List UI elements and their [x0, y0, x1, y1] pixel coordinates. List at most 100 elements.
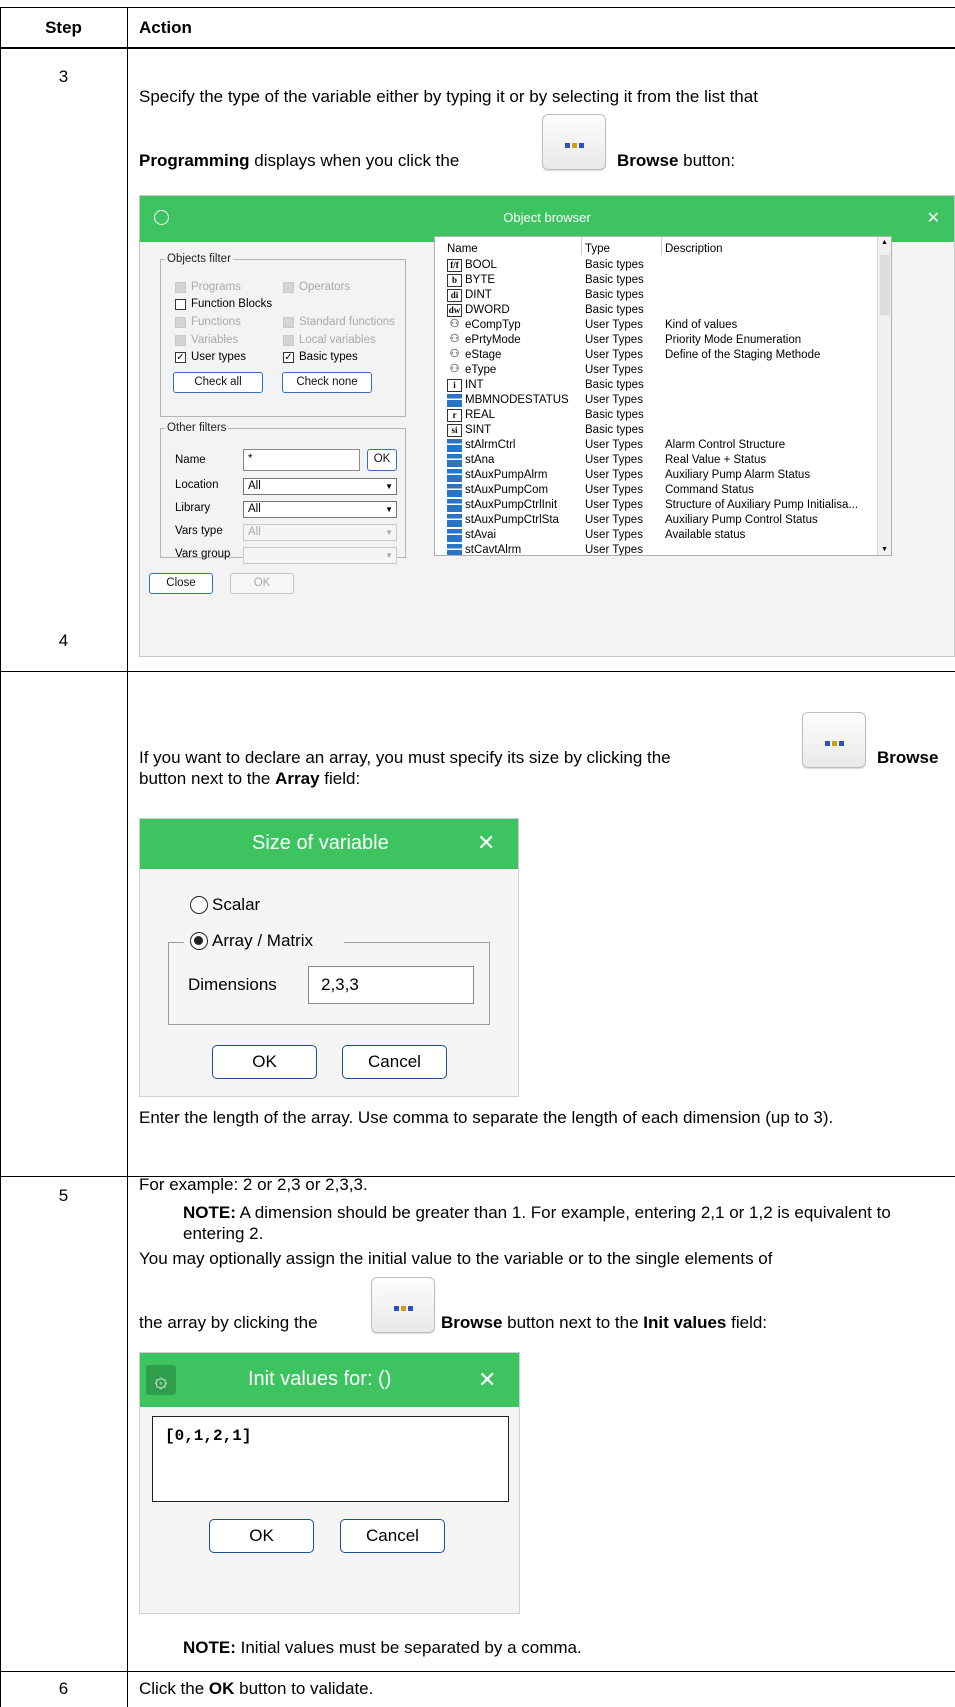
check-none-button[interactable]: Check none	[282, 372, 372, 393]
object-browser-title: Object browser	[503, 210, 591, 225]
array-radio[interactable]	[190, 932, 208, 950]
list-item[interactable]: dw DWORD Basic types	[435, 303, 885, 318]
list-item[interactable]: ⚇ eStage User Types Define of the Staging M…	[435, 348, 885, 363]
list-scrollbar[interactable]: ▲ ▼	[877, 237, 891, 555]
cell-type: User Types	[585, 439, 643, 451]
cell-name: INT	[465, 379, 484, 391]
init-values-textarea[interactable]: [0,1,2,1]	[152, 1416, 509, 1502]
name-ok-button[interactable]: OK	[367, 449, 397, 471]
list-item[interactable]: stAvai User Types Available status	[435, 528, 885, 543]
vars-type-label: Vars type	[175, 525, 223, 537]
list-item[interactable]: stAuxPumpAlrm User Types Auxiliary Pump Al…	[435, 468, 885, 483]
init-dialog-title: Init values for: ()	[248, 1368, 392, 1390]
list-item[interactable]: ⚇ ePrtyMode User Types Priority Mode Enumer…	[435, 333, 885, 348]
vars-type-select[interactable]: All ▼	[243, 524, 397, 541]
cell-desc: Auxiliary Pump Control Status	[665, 514, 818, 526]
filter-functions[interactable]: Functions	[175, 316, 241, 328]
structure-icon	[447, 454, 462, 467]
column-type[interactable]: Type	[585, 242, 610, 257]
list-item[interactable]: f/f BOOL Basic types	[435, 258, 885, 273]
basic-type-icon: si	[447, 424, 462, 437]
close-icon[interactable]: ✕	[478, 1367, 496, 1393]
cell-name: ePrtyMode	[465, 334, 521, 346]
cell-name: stAlrmCtrl	[465, 439, 516, 451]
filter-basic-types[interactable]: ✓ Basic types	[283, 351, 358, 363]
step4-line1: If you want to declare an array, you mus…	[139, 748, 671, 767]
vars-group-label: Vars group	[175, 548, 231, 560]
list-item[interactable]: stAlrmCtrl User Types Alarm Control Struct…	[435, 438, 885, 453]
user-type-icon: ⚇	[447, 319, 462, 332]
close-button[interactable]: Close	[149, 573, 213, 594]
filter-standard-functions[interactable]: Standard functions	[283, 316, 395, 328]
name-label: Name	[175, 454, 206, 466]
structure-icon	[447, 514, 462, 527]
list-item[interactable]: di DINT Basic types	[435, 288, 885, 303]
list-item[interactable]: stAna User Types Real Value + Status	[435, 453, 885, 468]
ok-button[interactable]: OK	[209, 1519, 314, 1553]
close-icon[interactable]: ✕	[477, 830, 495, 856]
cell-type: Basic types	[585, 259, 644, 271]
vars-group-select[interactable]: ▼	[243, 547, 397, 564]
list-item[interactable]: b BYTE Basic types	[435, 273, 885, 288]
filter-function-blocks[interactable]: Function Blocks	[175, 298, 272, 310]
scroll-down-icon[interactable]: ▼	[881, 546, 888, 553]
table-border-left	[0, 7, 1, 1707]
table-border-top	[0, 7, 955, 8]
basic-type-icon: i	[447, 379, 462, 392]
list-item[interactable]: ⚇ eType User Types	[435, 363, 885, 378]
library-select[interactable]: All ▼	[243, 501, 397, 518]
dimensions-label: Dimensions	[188, 975, 277, 994]
list-header: Name Type Description	[435, 242, 885, 257]
step5-note: NOTE: Initial values must be separated b…	[183, 1638, 582, 1657]
basic-type-icon: r	[447, 409, 462, 422]
column-name[interactable]: Name	[447, 242, 478, 257]
other-filters-legend: Other filters	[167, 422, 227, 434]
cell-desc: Priority Mode Enumeration	[665, 334, 802, 346]
filter-programs[interactable]: Programs	[175, 281, 241, 293]
object-list[interactable]: Name Type Description f/f BOOL Basic types…	[434, 236, 892, 556]
ok-button-disabled[interactable]: OK	[230, 573, 294, 594]
step3-line2-end-text: button:	[678, 151, 736, 170]
filter-user-types[interactable]: ✓ User types	[175, 351, 246, 363]
step3-line2-mid: displays when you click the	[249, 151, 460, 170]
check-all-button[interactable]: Check all	[173, 372, 263, 393]
cell-desc: Define of the Staging Methode	[665, 349, 821, 361]
filter-variables[interactable]: Variables	[175, 334, 238, 346]
list-item[interactable]: stAuxPumpCtrlSta User Types Auxiliary Pump…	[435, 513, 885, 528]
list-item[interactable]: stCavtAlrm User Types	[435, 543, 885, 556]
name-input[interactable]: *	[243, 449, 360, 471]
list-item[interactable]: ⚇ eCompTyp User Types Kind of values	[435, 318, 885, 333]
cancel-button[interactable]: Cancel	[340, 1519, 445, 1553]
filter-local-variables[interactable]: Local variables	[283, 334, 376, 346]
cell-desc: Available status	[665, 529, 746, 541]
location-select[interactable]: All ▼	[243, 478, 397, 495]
dimensions-input[interactable]: 2,3,3	[308, 966, 474, 1004]
list-item[interactable]: stAuxPumpCom User Types Command Status	[435, 483, 885, 498]
cell-type: User Types	[585, 334, 643, 346]
list-item[interactable]: i INT Basic types	[435, 378, 885, 393]
close-icon[interactable]: ✕	[927, 208, 940, 228]
cell-type: User Types	[585, 544, 643, 556]
step-number-3: 3	[58, 67, 69, 86]
column-description[interactable]: Description	[665, 242, 723, 257]
filter-operators[interactable]: Operators	[283, 281, 350, 293]
ok-button[interactable]: OK	[212, 1045, 317, 1079]
list-item[interactable]: r REAL Basic types	[435, 408, 885, 423]
structure-icon	[447, 544, 462, 555]
cell-type: User Types	[585, 529, 643, 541]
cell-type: User Types	[585, 364, 643, 376]
scrollbar-thumb[interactable]	[880, 255, 890, 315]
header-action: Action	[139, 18, 192, 37]
list-item[interactable]: si SINT Basic types	[435, 423, 885, 438]
browse-bold: Browse	[877, 748, 939, 767]
list-item[interactable]: MBMNODESTATUS User Types	[435, 393, 885, 408]
scroll-up-icon[interactable]: ▲	[881, 239, 888, 246]
cancel-button[interactable]: Cancel	[342, 1045, 447, 1079]
cell-type: Basic types	[585, 409, 644, 421]
basic-type-icon: f/f	[447, 259, 462, 272]
scalar-radio[interactable]	[190, 896, 208, 914]
list-item[interactable]: stAuxPumpCtrlInit User Types Structure of …	[435, 498, 885, 513]
note-bold: NOTE:	[183, 1203, 236, 1222]
structure-icon	[447, 529, 462, 542]
table-column-divider	[127, 7, 128, 1707]
